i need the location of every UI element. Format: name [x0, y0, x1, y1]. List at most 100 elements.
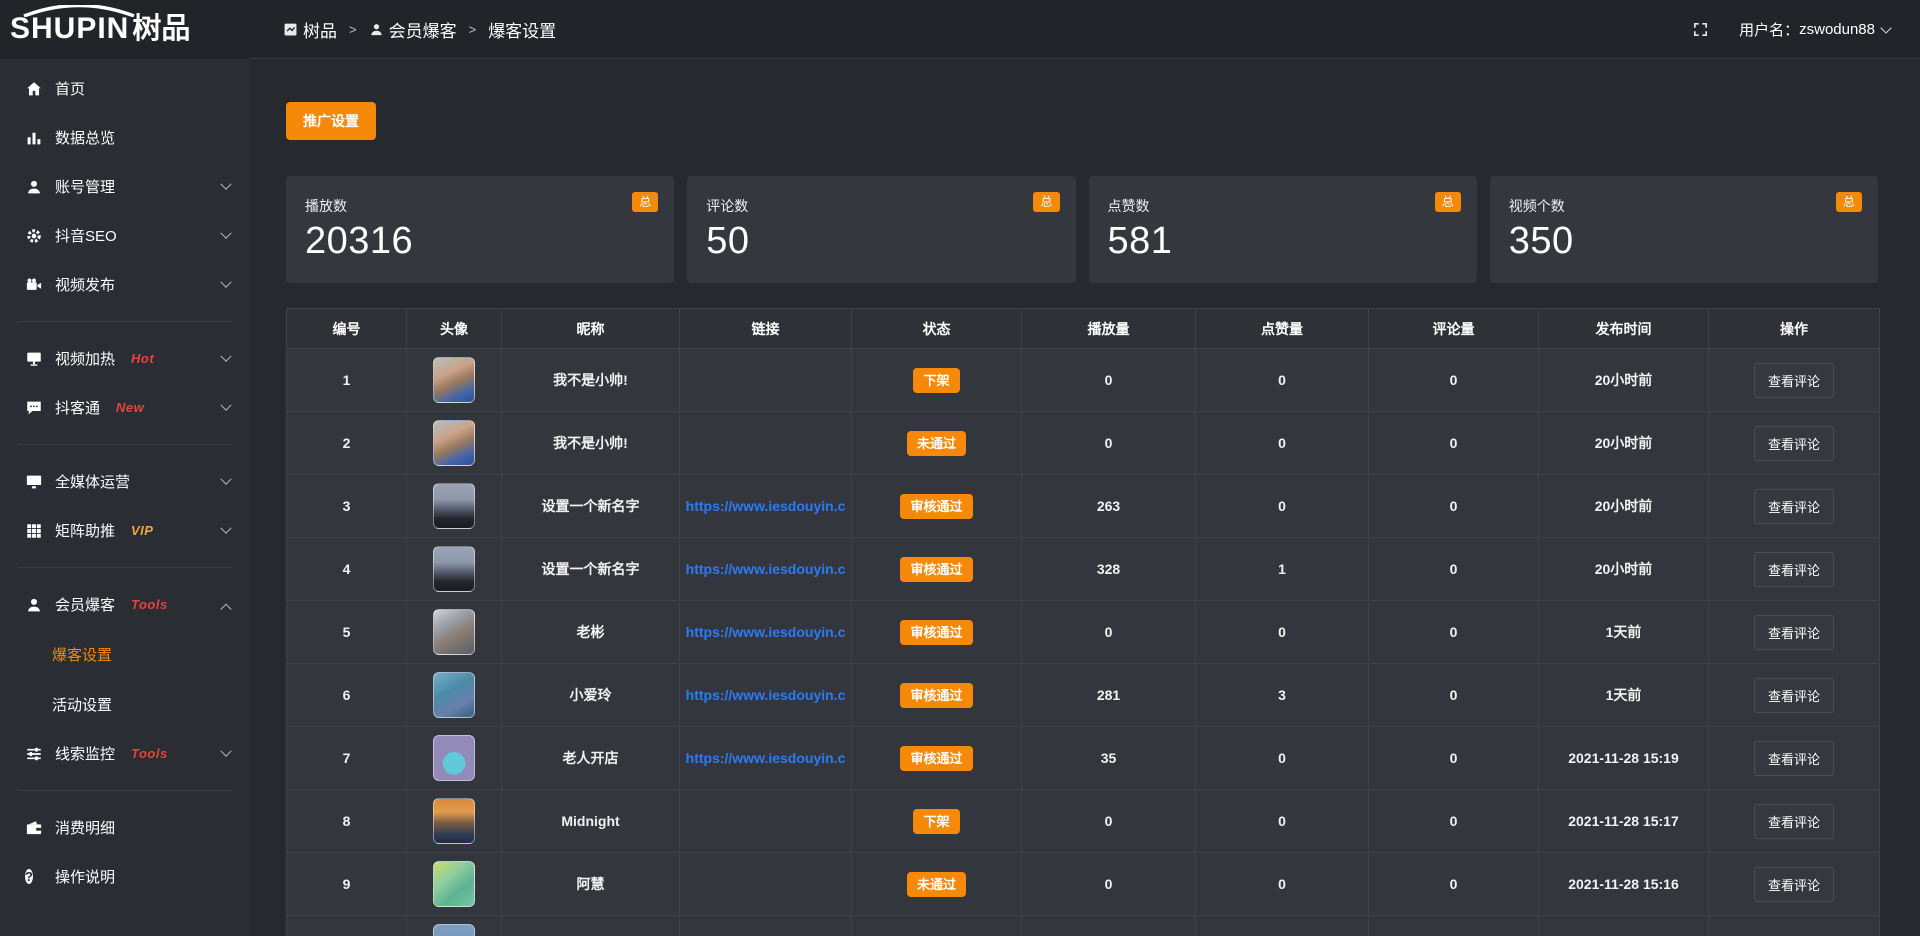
table-row: 6 小爱玲 https://www.iesdouyin.c 审核通过 281 3 — [287, 664, 1880, 727]
cell-publish-time: 1天前 — [1539, 601, 1709, 664]
cell-comments: 0 — [1369, 475, 1539, 538]
status-badge[interactable]: 下架 — [913, 368, 959, 393]
cell-comments: 0 — [1369, 790, 1539, 853]
cell-plays: 0 — [1022, 349, 1196, 412]
sidebar-item-spend-detail[interactable]: 消费明细 — [0, 803, 250, 852]
stat-value: 581 — [1108, 222, 1459, 260]
sidebar-item-video-publish[interactable]: 视频发布 — [0, 260, 250, 309]
status-badge[interactable]: 审核通过 — [900, 557, 972, 582]
fullscreen-icon — [1692, 21, 1709, 38]
status-badge[interactable]: 下架 — [913, 809, 959, 834]
cell-num: 9 — [287, 853, 407, 916]
view-comments-button[interactable]: 查看评论 — [1754, 552, 1834, 587]
sidebar-item-label: 全媒体运营 — [55, 471, 130, 492]
cell-comments: 0 — [1369, 412, 1539, 475]
video-link[interactable]: https://www.iesdouyin.c — [686, 561, 846, 577]
table-row: 2 我不是小帅! 未通过 0 0 0 — [287, 412, 1880, 475]
cell-status — [852, 916, 1022, 936]
top-bar: SHUPIN 树品 树品 > 会员爆客 > 爆客设置 用户名： — [0, 0, 1920, 59]
cell-avatar — [407, 538, 502, 601]
fullscreen-button[interactable] — [1692, 21, 1709, 38]
promo-settings-button[interactable]: 推广设置 — [286, 102, 376, 140]
sidebar-item-label: 数据总览 — [55, 127, 115, 148]
view-comments-button[interactable]: 查看评论 — [1754, 426, 1834, 461]
sidebar-item-account[interactable]: 账号管理 — [0, 162, 250, 211]
cell-num: 1 — [287, 349, 407, 412]
sidebar-item-douyin-seo[interactable]: 抖音SEO — [0, 211, 250, 260]
cell-publish-time: 20小时前 — [1539, 538, 1709, 601]
gear-icon — [25, 227, 43, 245]
cell-status: 审核通过 — [852, 664, 1022, 727]
video-link[interactable]: https://www.iesdouyin.c — [686, 498, 846, 514]
sidebar-item-douketong[interactable]: 抖客通 New — [0, 383, 250, 432]
sidebar-divider — [18, 567, 232, 568]
sidebar-item-lead-monitor[interactable]: 线索监控 Tools — [0, 729, 250, 778]
sidebar-divider — [18, 321, 232, 322]
cell-publish-time: 20小时前 — [1539, 475, 1709, 538]
status-badge[interactable]: 审核通过 — [900, 620, 972, 645]
status-badge[interactable]: 审核通过 — [900, 746, 972, 771]
view-comments-button[interactable]: 查看评论 — [1754, 615, 1834, 650]
cell-link — [680, 853, 852, 916]
avatar — [433, 420, 475, 466]
sidebar-item-help[interactable]: 操作说明 — [0, 852, 250, 901]
dashboard-icon — [283, 22, 298, 37]
cell-link — [680, 916, 852, 936]
status-badge[interactable]: 未通过 — [907, 872, 966, 897]
cell-publish-time — [1539, 916, 1709, 936]
video-link[interactable]: https://www.iesdouyin.c — [686, 750, 846, 766]
view-comments-button[interactable]: 查看评论 — [1754, 489, 1834, 524]
status-badge[interactable]: 未通过 — [907, 431, 966, 456]
cell-num: 4 — [287, 538, 407, 601]
video-link[interactable]: https://www.iesdouyin.c — [686, 624, 846, 640]
chevron-down-icon — [220, 399, 231, 410]
view-comments-button[interactable]: 查看评论 — [1754, 363, 1834, 398]
user-menu[interactable]: 用户名： zswodun88 — [1739, 19, 1890, 40]
view-comments-button[interactable]: 查看评论 — [1754, 678, 1834, 713]
col-header-num: 编号 — [287, 309, 407, 349]
main-content: 推广设置 播放数 20316 总 评论数 50 总 点赞数 581 总 视频个数… — [250, 59, 1920, 936]
sidebar-divider — [18, 790, 232, 791]
sidebar-item-data-overview[interactable]: 数据总览 — [0, 113, 250, 162]
user-icon — [369, 22, 384, 37]
breadcrumb: 树品 > 会员爆客 > 爆客设置 — [283, 17, 556, 42]
cell-publish-time: 20小时前 — [1539, 412, 1709, 475]
sidebar-item-video-heat[interactable]: 视频加热 Hot — [0, 334, 250, 383]
avatar — [433, 798, 475, 844]
cell-likes — [1196, 916, 1369, 936]
sidebar-subitem-burst-settings[interactable]: 爆客设置 — [0, 629, 250, 679]
cell-link: https://www.iesdouyin.c — [680, 601, 852, 664]
cell-num: 2 — [287, 412, 407, 475]
col-header-status: 状态 — [852, 309, 1022, 349]
view-comments-button[interactable]: 查看评论 — [1754, 741, 1834, 776]
view-comments-button[interactable]: 查看评论 — [1754, 804, 1834, 839]
sidebar-item-matrix-boost[interactable]: 矩阵助推 VIP — [0, 506, 250, 555]
cell-avatar — [407, 664, 502, 727]
status-badge[interactable]: 审核通过 — [900, 683, 972, 708]
video-link[interactable]: https://www.iesdouyin.c — [686, 687, 846, 703]
brand-logo[interactable]: SHUPIN 树品 — [0, 8, 250, 52]
cell-nickname: 老彬 — [502, 601, 680, 664]
cell-link: https://www.iesdouyin.c — [680, 727, 852, 790]
monitor-heat-icon — [25, 350, 43, 368]
breadcrumb-item-section[interactable]: 会员爆客 — [369, 17, 457, 42]
sidebar-subitem-activity-settings[interactable]: 活动设置 — [0, 679, 250, 729]
sidebar-item-home[interactable]: 首页 — [0, 64, 250, 113]
sidebar-item-label: 矩阵助推 — [55, 520, 115, 541]
view-comments-button[interactable]: 查看评论 — [1754, 867, 1834, 902]
cell-plays: 328 — [1022, 538, 1196, 601]
sidebar-item-omnimedia[interactable]: 全媒体运营 — [0, 457, 250, 506]
sidebar-item-label: 抖音SEO — [55, 225, 117, 246]
stat-card-likes: 点赞数 581 总 — [1089, 176, 1477, 283]
cell-status: 下架 — [852, 349, 1022, 412]
brand-logo-cn: 树品 — [132, 15, 190, 44]
breadcrumb-item-home[interactable]: 树品 — [283, 17, 337, 42]
chevron-down-icon — [220, 227, 231, 238]
sidebar-item-member-burst[interactable]: 会员爆客 Tools — [0, 580, 250, 629]
cell-num — [287, 916, 407, 936]
cell-actions: 查看评论 — [1709, 349, 1880, 412]
table-row — [287, 916, 1880, 936]
cell-comments: 0 — [1369, 727, 1539, 790]
status-badge[interactable]: 审核通过 — [900, 494, 972, 519]
cell-likes: 0 — [1196, 853, 1369, 916]
